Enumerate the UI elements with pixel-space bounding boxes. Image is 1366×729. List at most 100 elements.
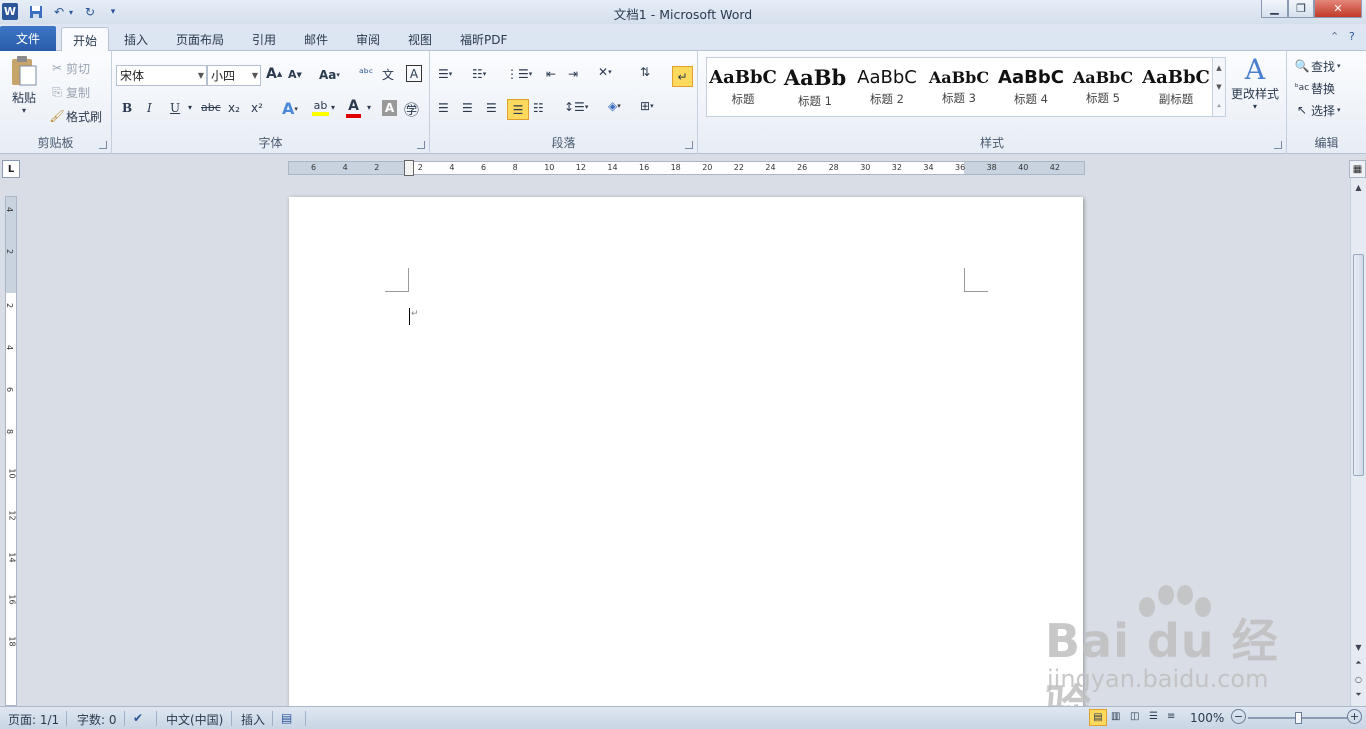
style-heading-2[interactable]: AaBbC 标题 2 (851, 58, 923, 116)
next-page-icon[interactable]: ⏷ (1351, 688, 1366, 702)
page-count[interactable]: 页面: 1/1 (8, 711, 59, 728)
justify-icon[interactable]: ☰ (507, 99, 529, 120)
chinese-layout-icon[interactable]: ✕ ▾ (598, 65, 612, 79)
superscript-button[interactable]: x² (251, 101, 263, 115)
more-styles-icon[interactable]: ⩡ (1217, 102, 1221, 111)
style-title[interactable]: AaBbC 标题 (707, 58, 779, 116)
scroll-up-icon[interactable]: ▲ (1351, 180, 1366, 194)
decrease-indent-icon[interactable]: ⇤ (546, 67, 556, 81)
minimize-button[interactable]: ▁ (1261, 0, 1288, 18)
shrink-font-button[interactable]: A ▼ (288, 68, 302, 81)
multilevel-list-icon[interactable]: ⋮☰ ▾ (506, 67, 532, 81)
font-size-combo[interactable]: 小四 ▼ (207, 65, 261, 86)
tab-file[interactable]: 文件 (0, 26, 56, 51)
insert-mode-indicator[interactable]: 插入 (241, 711, 265, 728)
draft-view-icon[interactable]: ≡ (1167, 711, 1175, 722)
paste-button[interactable]: 粘贴 ▾ (6, 55, 42, 115)
help-icon[interactable]: ? (1349, 30, 1355, 43)
borders-icon[interactable]: ⊞ ▾ (640, 99, 654, 113)
change-styles-button[interactable]: A 更改样式 ▾ (1229, 55, 1281, 112)
format-painter-button[interactable]: 🖌 格式刷 (48, 107, 102, 125)
underline-button[interactable]: U (170, 101, 180, 115)
enclosed-character-icon[interactable]: ㊫ (404, 99, 419, 120)
text-effects-icon[interactable]: A ▾ (282, 99, 298, 118)
chevron-up-icon[interactable]: ▲ (1216, 64, 1221, 72)
web-layout-icon[interactable]: ◫ (1130, 711, 1139, 722)
font-color-dropdown-icon[interactable]: ▾ (367, 103, 371, 112)
paragraph-launcher-icon[interactable] (685, 141, 693, 149)
cut-button[interactable]: ✂ 剪切 (48, 59, 90, 77)
enclose-characters-icon[interactable]: A (406, 65, 422, 82)
align-right-icon[interactable]: ☰ (486, 101, 497, 115)
tab-references[interactable]: 引用 (242, 27, 286, 51)
scroll-down-icon[interactable]: ▼ (1351, 640, 1366, 654)
zoom-level[interactable]: 100% (1190, 711, 1224, 725)
align-center-icon[interactable]: ☰ (462, 101, 473, 115)
grow-font-button[interactable]: A ▲ (266, 66, 282, 82)
close-button[interactable]: ✕ (1314, 0, 1362, 18)
indent-marker-icon[interactable] (404, 160, 414, 176)
show-hide-marks-icon[interactable]: ↵ (672, 66, 693, 87)
clipboard-launcher-icon[interactable] (99, 141, 107, 149)
horizontal-ruler[interactable]: 6 4 2 2 4 6 8 10 12 14 16 18 20 22 24 26 28 30 32 34 36 38 40 4… (288, 160, 1085, 176)
line-spacing-icon[interactable]: ↕☰ ▾ (564, 100, 588, 114)
italic-button[interactable]: I (147, 101, 152, 115)
style-heading-1[interactable]: AaBb 标题 1 (779, 58, 851, 116)
chevron-down-icon[interactable]: ▼ (1216, 83, 1221, 91)
zoom-out-icon[interactable]: − (1231, 709, 1246, 724)
styles-launcher-icon[interactable] (1274, 141, 1282, 149)
tab-view[interactable]: 视图 (398, 27, 442, 51)
distributed-icon[interactable]: ☷ (533, 101, 544, 115)
character-border-icon[interactable]: 文 (382, 66, 394, 83)
phonetic-guide-icon[interactable]: ᵃᵇᶜ (359, 66, 373, 80)
bold-button[interactable]: B (122, 101, 132, 115)
font-name-combo[interactable]: 宋体 ▼ (116, 65, 207, 86)
proofing-icon[interactable]: ✔ (133, 711, 143, 725)
zoom-in-icon[interactable]: + (1347, 709, 1362, 724)
browse-object-icon[interactable]: ○ (1351, 672, 1366, 686)
tab-insert[interactable]: 插入 (114, 27, 158, 51)
restore-button[interactable]: ❐ (1288, 0, 1314, 18)
select-button[interactable]: ↖ 选择 ▾ (1293, 101, 1341, 119)
minimize-ribbon-icon[interactable]: ⌃ (1330, 30, 1339, 43)
shading-icon[interactable]: ◈ ▾ (608, 99, 621, 113)
sort-icon[interactable]: ⇅ (640, 65, 650, 79)
replace-button[interactable]: ᵇac 替换 (1293, 79, 1335, 97)
zoom-slider[interactable] (1248, 712, 1348, 724)
tab-page-layout[interactable]: 页面布局 (166, 27, 234, 51)
style-heading-5[interactable]: AaBbC 标题 5 (1067, 58, 1139, 116)
tab-home[interactable]: 开始 (61, 27, 109, 52)
tab-mailings[interactable]: 邮件 (294, 27, 338, 51)
increase-indent-icon[interactable]: ⇥ (568, 67, 578, 81)
full-screen-reading-icon[interactable]: ▥ (1111, 711, 1120, 722)
font-color-button[interactable]: A (346, 98, 361, 118)
word-count[interactable]: 字数: 0 (77, 711, 117, 728)
vertical-ruler[interactable]: 4 2 2 4 6 8 10 12 14 16 18 (5, 196, 17, 706)
styles-gallery-scroll[interactable]: ▲ ▼ ⩡ (1212, 58, 1225, 116)
font-launcher-icon[interactable] (417, 141, 425, 149)
highlight-dropdown-icon[interactable]: ▾ (331, 103, 335, 112)
subscript-button[interactable]: x₂ (228, 101, 240, 115)
change-case-button[interactable]: Aa ▾ (319, 68, 340, 82)
macro-recording-icon[interactable]: ▤ (281, 711, 292, 725)
numbering-icon[interactable]: ☷ ▾ (472, 67, 486, 81)
bullets-icon[interactable]: ☰ ▾ (438, 67, 452, 81)
style-subtitle[interactable]: AaBbC 副标题 (1139, 58, 1213, 116)
copy-button[interactable]: ⎘ 复制 (48, 83, 90, 101)
style-heading-4[interactable]: AaBbC 标题 4 (995, 58, 1067, 116)
language-indicator[interactable]: 中文(中国) (166, 711, 223, 728)
outline-view-icon[interactable]: ☰ (1149, 711, 1158, 722)
vertical-scrollbar[interactable]: ▲ ▼ ⏶ ○ ⏷ (1350, 178, 1366, 706)
character-shading-icon[interactable]: A (382, 100, 397, 116)
strikethrough-button[interactable]: abc (201, 101, 221, 114)
tab-review[interactable]: 审阅 (346, 27, 390, 51)
underline-dropdown-icon[interactable]: ▾ (188, 103, 192, 112)
document-page[interactable]: ↵ (289, 197, 1083, 717)
find-button[interactable]: 🔍 查找 ▾ (1293, 57, 1341, 75)
tab-foxit-pdf[interactable]: 福昕PDF (450, 27, 517, 51)
tab-selector[interactable]: L (2, 160, 20, 178)
previous-page-icon[interactable]: ⏶ (1351, 656, 1366, 670)
zoom-slider-thumb[interactable] (1295, 712, 1302, 724)
highlight-button[interactable]: ab (312, 99, 329, 116)
view-ruler-icon[interactable]: ▦ (1349, 160, 1366, 178)
